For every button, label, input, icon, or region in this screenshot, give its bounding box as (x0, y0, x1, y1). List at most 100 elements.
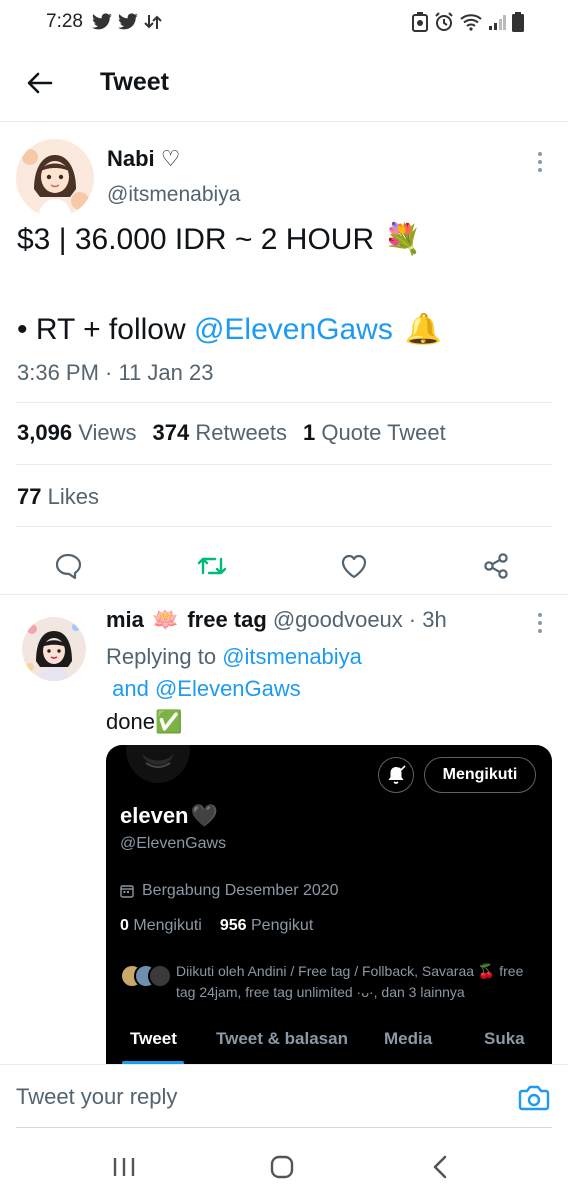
quotes-stat[interactable]: 1 Quote Tweet (303, 420, 446, 446)
replying-and: and (106, 676, 155, 701)
views-label: Views (78, 420, 137, 445)
page-title: Tweet (100, 68, 169, 96)
embed-profile-name: eleven 🖤 (120, 803, 218, 829)
replying-to: Replying to @itsmenabiya and @ElevenGaws (106, 641, 546, 705)
bouquet-emoji: 💐 (384, 223, 422, 256)
replying-mention[interactable]: @ElevenGaws (155, 676, 301, 701)
reply-time[interactable]: · 3h (409, 607, 447, 633)
embed-following-button: Mengikuti (424, 757, 536, 793)
quotes-count: 1 (303, 420, 316, 445)
reply-avatar[interactable] (22, 617, 86, 681)
divider (16, 526, 552, 527)
heart-icon (341, 554, 367, 579)
views-stat[interactable]: 3,096 Views (17, 420, 136, 446)
chevron-left-icon (433, 1155, 447, 1179)
alarm-icon (435, 12, 453, 31)
retweets-label: Retweets (195, 420, 288, 445)
embed-profile-tabs: Tweet Tweet & balasan Media Suka (106, 1021, 552, 1065)
tweet-timestamp[interactable]: 3:36 PM · 11 Jan 23 (17, 360, 214, 386)
back-button[interactable] (2, 44, 78, 122)
embed-joined-text: Bergabung Desember 2020 (142, 882, 339, 899)
comment-icon (55, 553, 82, 579)
twitter-bird-icon (117, 13, 138, 30)
tweet-stats: 3,096 Views 374 Retweets 1 Quote Tweet (17, 420, 446, 446)
system-nav-bar (0, 1130, 568, 1200)
embed-followers-label: Pengikut (251, 917, 314, 934)
embed-following-label: Mengikuti (133, 917, 202, 934)
author-handle[interactable]: @itsmenabiya (107, 183, 240, 207)
quotes-label: Quote Tweet (321, 420, 446, 445)
share-icon (484, 553, 508, 579)
home-icon (270, 1155, 294, 1179)
wifi-icon (460, 14, 482, 31)
embed-tab-tweet: Tweet (130, 1029, 177, 1048)
camera-icon (518, 1085, 550, 1111)
home-button[interactable] (262, 1152, 302, 1182)
status-system-icons (412, 12, 524, 32)
reply-author-name[interactable]: mia (106, 607, 144, 633)
more-options-button[interactable] (530, 150, 550, 174)
reply-author-handle[interactable]: @goodvoeux (273, 607, 403, 633)
embed-profile-avatar (120, 745, 196, 787)
likes-label: Likes (47, 484, 99, 509)
reply-author-suffix[interactable]: free tag (187, 607, 266, 633)
check-emoji: ✅ (154, 709, 183, 734)
divider (16, 464, 552, 465)
views-count: 3,096 (17, 420, 73, 445)
status-notification-icons (91, 13, 163, 31)
mention-link[interactable]: @ElevenGaws (194, 313, 393, 347)
more-dots-icon (538, 152, 542, 156)
camera-button[interactable] (518, 1083, 550, 1113)
divider (16, 402, 552, 403)
reply-more-options-button[interactable] (530, 611, 550, 635)
retweet-icon (197, 557, 227, 575)
embed-followed-by-text: Diikuti oleh Andini / Free tag / Follbac… (176, 963, 524, 1000)
reply-text: done ✅ (106, 709, 182, 735)
more-dots-icon (538, 613, 542, 617)
reply-composer (0, 1064, 568, 1128)
battery-icon (512, 12, 524, 32)
reply-tweet[interactable]: mia 🪷 free tag @goodvoeux · 3h Replying … (0, 594, 568, 1065)
likes-stat[interactable]: 77 Likes (17, 484, 99, 510)
tweet-text-line1: $3 | 36.000 IDR ~ 2 HOUR 💐 (17, 222, 422, 257)
more-dot (538, 168, 542, 172)
embed-follow-stats: 0 Mengikuti 956 Pengikut (120, 917, 313, 935)
tweet-text-line2: • RT + follow @ElevenGaws 🔔 (17, 312, 442, 347)
calendar-icon (120, 885, 134, 898)
reply-header: mia 🪷 free tag @goodvoeux · 3h (106, 607, 447, 633)
embed-follower-avatars (120, 961, 172, 991)
likes-count: 77 (17, 484, 42, 509)
embed-tab-likes: Suka (484, 1029, 525, 1048)
author-avatar[interactable] (16, 139, 94, 217)
twitter-bird-icon (91, 13, 112, 30)
embed-tab-media: Media (384, 1029, 433, 1048)
embed-joined: Bergabung Desember 2020 (120, 882, 339, 900)
embed-following-count: 0 (120, 917, 129, 934)
black-heart-emoji: 🖤 (190, 803, 218, 828)
retweets-stat[interactable]: 374 Retweets (152, 420, 287, 446)
like-button[interactable] (334, 546, 374, 586)
divider (16, 1127, 552, 1128)
share-button[interactable] (476, 546, 516, 586)
more-dot (538, 160, 542, 164)
recycle-icon (412, 12, 428, 32)
embed-followed-by: Diikuti oleh Andini / Free tag / Follbac… (120, 961, 540, 1003)
system-back-button[interactable] (420, 1152, 460, 1182)
attached-image[interactable]: Mengikuti eleven 🖤 @ElevenGaws Bergabung… (106, 745, 552, 1065)
tweet-text: • RT + follow (17, 312, 194, 346)
reply-input[interactable] (16, 1075, 496, 1119)
recents-icon (113, 1158, 135, 1176)
recent-apps-button[interactable] (104, 1152, 144, 1182)
replying-mention[interactable]: @itsmenabiya (222, 644, 362, 669)
more-dot (538, 629, 542, 633)
reply-button[interactable] (48, 546, 88, 586)
tweet-text: $3 | 36.000 IDR ~ 2 HOUR (17, 222, 375, 256)
embed-profile-handle: @ElevenGaws (120, 835, 227, 852)
status-bar: 7:28 (0, 0, 568, 44)
retweet-button[interactable] (192, 546, 232, 586)
author-name[interactable]: Nabi ♡ (107, 146, 181, 172)
retweets-count: 374 (152, 420, 190, 445)
lotus-emoji: 🪷 (151, 607, 180, 632)
embed-name-text: eleven (120, 803, 189, 828)
top-app-bar: Tweet (0, 44, 568, 122)
